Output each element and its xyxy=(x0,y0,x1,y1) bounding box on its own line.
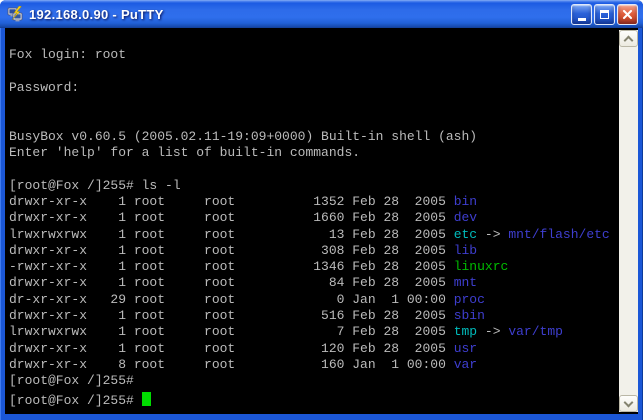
maximize-icon xyxy=(600,10,609,19)
putty-terminal-icon xyxy=(7,6,23,22)
terminal-output: Fox login: root Password: BusyBox v0.60.5 … xyxy=(9,31,638,406)
scrollbar-thumb[interactable] xyxy=(619,47,638,395)
terminal-cursor xyxy=(142,392,151,406)
terminal-line: Fox login: root xyxy=(9,47,638,63)
terminal-line xyxy=(9,64,638,80)
terminal-line xyxy=(9,96,638,112)
terminal-line: drwxr-xr-x 1 root root 1352 Feb 28 2005 … xyxy=(9,194,638,210)
scrollbar-track[interactable] xyxy=(619,47,638,395)
terminal-line: Enter 'help' for a list of built-in comm… xyxy=(9,145,638,161)
terminal-line: BusyBox v0.60.5 (2005.02.11-19:09+0000) … xyxy=(9,129,638,145)
terminal-line: drwxr-xr-x 8 root root 160 Jan 1 00:00 v… xyxy=(9,357,638,373)
scroll-down-button[interactable] xyxy=(619,395,638,412)
close-button[interactable] xyxy=(617,4,638,25)
terminal-line: lrwxrwxrwx 1 root root 7 Feb 28 2005 tmp… xyxy=(9,324,638,340)
chevron-down-icon xyxy=(624,398,634,408)
terminal-line: -rwxr-xr-x 1 root root 1346 Feb 28 2005 … xyxy=(9,259,638,275)
terminal-line: [root@Fox /]255# xyxy=(9,373,638,389)
window-controls xyxy=(571,4,638,25)
terminal-line: drwxr-xr-x 1 root root 516 Feb 28 2005 s… xyxy=(9,308,638,324)
putty-window: 192.168.0.90 - PuTTY Fox login: root Pass… xyxy=(0,0,643,420)
terminal-screen[interactable]: Fox login: root Password: BusyBox v0.60.5 … xyxy=(5,28,638,414)
terminal-line: drwxr-xr-x 1 root root 1660 Feb 28 2005 … xyxy=(9,210,638,226)
minimize-icon xyxy=(578,18,586,21)
terminal-line xyxy=(9,161,638,177)
terminal-line: drwxr-xr-x 1 root root 84 Feb 28 2005 mn… xyxy=(9,275,638,291)
terminal-line: dr-xr-xr-x 29 root root 0 Jan 1 00:00 pr… xyxy=(9,292,638,308)
terminal-line: lrwxrwxrwx 1 root root 13 Feb 28 2005 et… xyxy=(9,227,638,243)
scrollbar[interactable] xyxy=(619,30,638,412)
close-icon xyxy=(622,9,633,20)
chevron-up-icon xyxy=(624,36,634,46)
terminal-line: [root@Fox /]255# ls -l xyxy=(9,178,638,194)
terminal-line xyxy=(9,112,638,128)
maximize-button[interactable] xyxy=(594,4,615,25)
terminal-line: [root@Fox /]255# xyxy=(9,390,638,406)
terminal-line xyxy=(9,31,638,47)
minimize-button[interactable] xyxy=(571,4,592,25)
window-title: 192.168.0.90 - PuTTY xyxy=(29,7,164,22)
title-bar[interactable]: 192.168.0.90 - PuTTY xyxy=(0,0,643,28)
terminal-line: drwxr-xr-x 1 root root 120 Feb 28 2005 u… xyxy=(9,341,638,357)
scroll-up-button[interactable] xyxy=(619,30,638,47)
terminal-line: Password: xyxy=(9,80,638,96)
terminal-line: drwxr-xr-x 1 root root 308 Feb 28 2005 l… xyxy=(9,243,638,259)
